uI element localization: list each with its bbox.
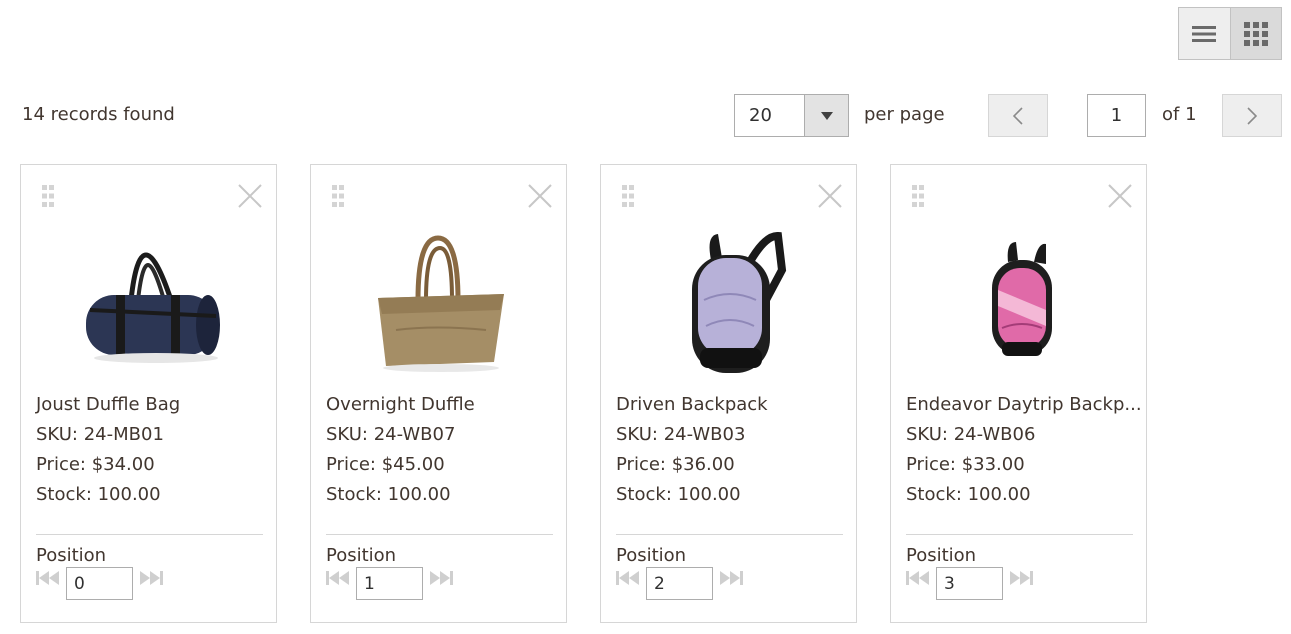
per-page-label: per page [864, 104, 945, 125]
product-price: Price: $33.00 [906, 454, 1025, 475]
chevron-right-icon [1247, 106, 1257, 125]
records-count: 14 records found [22, 104, 175, 125]
product-name: Overnight Duffle [326, 394, 475, 415]
product-card: Overnight Duffle SKU: 24-WB07 Price: $45… [310, 164, 567, 623]
move-first-icon[interactable] [616, 571, 640, 585]
move-last-icon[interactable] [429, 571, 453, 585]
product-sku: SKU: 24-WB06 [906, 424, 1036, 445]
per-page-dropdown-toggle[interactable] [804, 95, 848, 136]
product-image [366, 225, 516, 385]
position-input[interactable] [356, 567, 423, 600]
product-price: Price: $36.00 [616, 454, 735, 475]
total-pages: of 1 [1162, 104, 1197, 125]
product-image [656, 225, 806, 385]
move-first-icon[interactable] [326, 571, 350, 585]
product-card: Endeavor Daytrip Backp... SKU: 24-WB06 P… [890, 164, 1147, 623]
product-stock: Stock: 100.00 [36, 484, 161, 505]
move-last-icon[interactable] [719, 571, 743, 585]
product-price: Price: $34.00 [36, 454, 155, 475]
product-stock: Stock: 100.00 [906, 484, 1031, 505]
list-icon [1192, 25, 1217, 42]
previous-page-button[interactable] [988, 94, 1048, 137]
card-divider [326, 534, 553, 535]
position-input[interactable] [646, 567, 713, 600]
backpack-image [692, 232, 787, 373]
next-page-button[interactable] [1222, 94, 1282, 137]
grid-view-button[interactable] [1229, 8, 1281, 59]
product-image [76, 225, 226, 385]
position-input[interactable] [936, 567, 1003, 600]
view-mode-switcher [1178, 7, 1282, 60]
drag-handle-icon[interactable] [912, 185, 924, 207]
close-icon[interactable] [237, 183, 263, 209]
drag-handle-icon[interactable] [332, 185, 344, 207]
product-name: Joust Duffle Bag [36, 394, 181, 415]
move-last-icon[interactable] [1009, 571, 1033, 585]
position-label: Position [326, 545, 397, 566]
duffle-bag-image [86, 252, 220, 363]
product-name: Driven Backpack [616, 394, 768, 415]
position-label: Position [906, 545, 977, 566]
product-stock: Stock: 100.00 [616, 484, 741, 505]
product-sku: SKU: 24-MB01 [36, 424, 164, 445]
backpack-image [992, 242, 1052, 356]
grid-icon [1243, 21, 1268, 46]
position-input[interactable] [66, 567, 133, 600]
product-card: Driven Backpack SKU: 24-WB03 Price: $36.… [600, 164, 857, 623]
drag-handle-icon[interactable] [622, 185, 634, 207]
card-divider [36, 534, 263, 535]
product-sku: SKU: 24-WB03 [616, 424, 746, 445]
caret-down-icon [820, 111, 833, 120]
product-price: Price: $45.00 [326, 454, 445, 475]
move-first-icon[interactable] [36, 571, 60, 585]
duffle-bag-image [378, 235, 504, 372]
chevron-left-icon [1013, 106, 1023, 125]
product-image [946, 225, 1096, 385]
card-divider [616, 534, 843, 535]
current-page-input[interactable] [1087, 94, 1146, 137]
product-stock: Stock: 100.00 [326, 484, 451, 505]
move-last-icon[interactable] [139, 571, 163, 585]
close-icon[interactable] [527, 183, 553, 209]
product-sku: SKU: 24-WB07 [326, 424, 456, 445]
per-page-value: 20 [749, 105, 772, 126]
close-icon[interactable] [1107, 183, 1133, 209]
move-first-icon[interactable] [906, 571, 930, 585]
product-name: Endeavor Daytrip Backp... [906, 394, 1142, 415]
close-icon[interactable] [817, 183, 843, 209]
card-divider [906, 534, 1133, 535]
list-view-button[interactable] [1179, 8, 1230, 59]
position-label: Position [616, 545, 687, 566]
position-label: Position [36, 545, 107, 566]
per-page-select[interactable]: 20 [734, 94, 849, 137]
drag-handle-icon[interactable] [42, 185, 54, 207]
product-card: Joust Duffle Bag SKU: 24-MB01 Price: $34… [20, 164, 277, 623]
